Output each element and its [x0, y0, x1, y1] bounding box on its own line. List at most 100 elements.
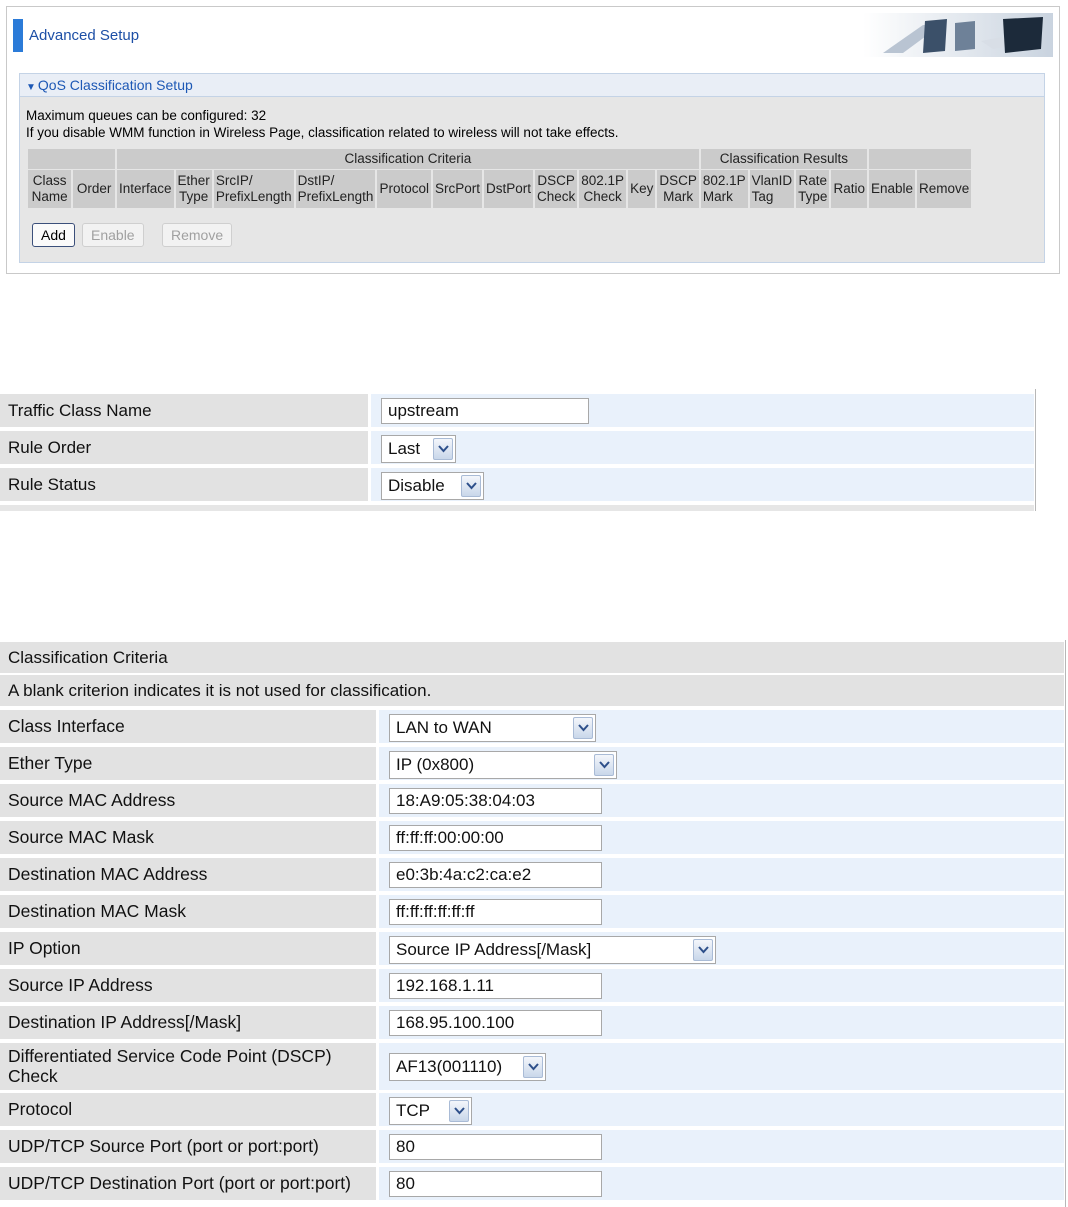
page-title: Advanced Setup [29, 27, 140, 44]
col-vlan-tag-l1: VlanID [751, 173, 793, 188]
traffic-class-panel: Traffic Class Name upstream Rule Order L… [0, 389, 1036, 511]
destination-mac-input[interactable]: e0:3b:4a:c2:ca:e2 [389, 862, 602, 888]
source-mac-mask-label: Source MAC Mask [0, 821, 376, 854]
rule-status-row: Rule Status Disable [0, 468, 1034, 501]
class-interface-cell: LAN to WAN [379, 710, 1064, 743]
group-header-blank [28, 149, 115, 169]
class-interface-select[interactable]: LAN to WAN [389, 714, 596, 742]
col-class-name-l2: Name [31, 189, 68, 204]
destination-mac-cell: e0:3b:4a:c2:ca:e2 [379, 858, 1064, 891]
rule-status-select[interactable]: Disable [381, 472, 484, 500]
col-src-ip: SrcIP/PrefixLength [213, 170, 294, 208]
col-vlan-tag: VlanID Tag [749, 170, 795, 208]
source-mac-mask-row: Source MAC Mask ff:ff:ff:00:00:00 [0, 821, 1064, 854]
source-mac-mask-input[interactable]: ff:ff:ff:00:00:00 [389, 825, 602, 851]
collapse-arrow-icon[interactable]: ▼ [26, 82, 36, 93]
col-key: Key [628, 170, 656, 208]
destination-mac-mask-cell: ff:ff:ff:ff:ff:ff [379, 895, 1064, 928]
chevron-down-icon[interactable] [594, 754, 614, 776]
col-8021p-check-l1: 802.1P [581, 173, 625, 188]
chevron-down-icon[interactable] [523, 1056, 543, 1078]
destination-port-label: UDP/TCP Destination Port (port or port:p… [0, 1167, 376, 1200]
protocol-select[interactable]: TCP [389, 1097, 472, 1125]
destination-mac-label: Destination MAC Address [0, 858, 376, 891]
ip-option-row: IP Option Source IP Address[/Mask] [0, 932, 1064, 965]
col-dst-ip-l2: PrefixLength [297, 189, 374, 204]
col-8021p-check-l2: Check [583, 189, 622, 204]
ether-type-value: IP (0x800) [396, 755, 475, 774]
source-mac-mask-cell: ff:ff:ff:00:00:00 [379, 821, 1064, 854]
table-column-header-row: Class Name Order Interface Ether Type SrcI… [28, 170, 972, 208]
qos-classification-section: ▼ QoS Classification Setup Maximum queues… [19, 73, 1045, 263]
source-ip-input[interactable]: 192.168.1.11 [389, 973, 602, 999]
group-header-blank-end [868, 149, 972, 169]
source-mac-label: Source MAC Address [0, 784, 376, 817]
chevron-down-icon[interactable] [433, 438, 453, 460]
traffic-class-name-label: Traffic Class Name [0, 394, 368, 427]
source-mac-row: Source MAC Address 18:A9:05:38:04:03 [0, 784, 1064, 817]
col-dscp-mark-l1: DSCP [659, 173, 697, 188]
destination-ip-row: Destination IP Address[/Mask] 168.95.100… [0, 1006, 1064, 1039]
col-8021p-mark-l2: Mark [702, 189, 733, 204]
dscp-check-select[interactable]: AF13(001110) [389, 1053, 546, 1081]
col-dst-ip-l1: DstIP/ [297, 173, 335, 188]
col-protocol: Protocol [377, 170, 431, 208]
group-header-results: Classification Results [700, 149, 867, 169]
rule-status-cell: Disable [371, 468, 1034, 501]
chevron-down-icon[interactable] [693, 939, 713, 961]
remove-button[interactable]: Remove [162, 223, 233, 247]
qos-rules-table: Classification Criteria Classification R… [26, 148, 973, 209]
classification-criteria-panel: Classification Criteria A blank criterio… [0, 640, 1066, 1207]
destination-ip-input[interactable]: 168.95.100.100 [389, 1010, 602, 1036]
header-accent-bar [13, 19, 23, 52]
chevron-down-icon[interactable] [573, 717, 593, 739]
protocol-value: TCP [396, 1101, 430, 1120]
source-port-cell: 80 [379, 1130, 1064, 1163]
ether-type-select[interactable]: IP (0x800) [389, 751, 617, 779]
protocol-cell: TCP [379, 1093, 1064, 1126]
source-ip-label: Source IP Address [0, 969, 376, 1002]
traffic-class-name-input[interactable]: upstream [381, 398, 589, 424]
col-8021p-check: 802.1P Check [579, 170, 627, 208]
col-dst-port: DstPort [483, 170, 533, 208]
source-port-label: UDP/TCP Source Port (port or port:port) [0, 1130, 376, 1163]
class-interface-row: Class Interface LAN to WAN [0, 710, 1064, 743]
col-src-ip-l2: PrefixLength [215, 189, 292, 204]
destination-port-input[interactable]: 80 [389, 1171, 602, 1197]
advanced-setup-panel: Advanced Setup ▼ QoS Classification Setup… [6, 6, 1060, 274]
destination-ip-label: Destination IP Address[/Mask] [0, 1006, 376, 1039]
traffic-class-name-row: Traffic Class Name upstream [0, 394, 1034, 427]
panel-bottom-strip [0, 505, 1034, 511]
qos-section-titlebar[interactable]: ▼ QoS Classification Setup [20, 74, 1044, 97]
devices-banner-icon [863, 13, 1053, 57]
ip-option-select[interactable]: Source IP Address[/Mask] [389, 936, 716, 964]
dscp-check-value: AF13(001110) [396, 1057, 503, 1076]
col-enable: Enable [868, 170, 916, 208]
rule-order-cell: Last [371, 431, 1034, 464]
rule-order-select[interactable]: Last [381, 435, 456, 463]
source-mac-input[interactable]: 18:A9:05:38:04:03 [389, 788, 602, 814]
rule-order-row: Rule Order Last [0, 431, 1034, 464]
table-group-header-row: Classification Criteria Classification R… [28, 149, 972, 169]
dscp-check-label-line1: Differentiated Service Code Point (DSCP) [8, 1046, 332, 1066]
col-class-name-l1: Class [32, 173, 67, 188]
col-src-port: SrcPort [432, 170, 482, 208]
dscp-check-cell: AF13(001110) [379, 1043, 1064, 1090]
col-rate-type: Rate Type [796, 170, 830, 208]
chevron-down-icon[interactable] [449, 1100, 469, 1122]
chevron-down-icon[interactable] [461, 475, 481, 497]
col-class-name: Class Name [28, 170, 72, 208]
enable-button[interactable]: Enable [82, 223, 144, 247]
criteria-section-title: Classification Criteria [0, 642, 1064, 673]
page-header: Advanced Setup [13, 11, 1053, 59]
dscp-check-label: Differentiated Service Code Point (DSCP)… [0, 1043, 376, 1090]
col-ratio: Ratio [831, 170, 867, 208]
destination-mac-mask-input[interactable]: ff:ff:ff:ff:ff:ff [389, 899, 602, 925]
class-interface-label: Class Interface [0, 710, 376, 743]
add-button[interactable]: Add [32, 223, 75, 247]
rule-status-value: Disable [388, 476, 445, 495]
col-rate-type-l2: Type [798, 189, 828, 204]
source-port-input[interactable]: 80 [389, 1134, 602, 1160]
destination-mac-row: Destination MAC Address e0:3b:4a:c2:ca:e… [0, 858, 1064, 891]
traffic-class-name-cell: upstream [371, 394, 1034, 427]
